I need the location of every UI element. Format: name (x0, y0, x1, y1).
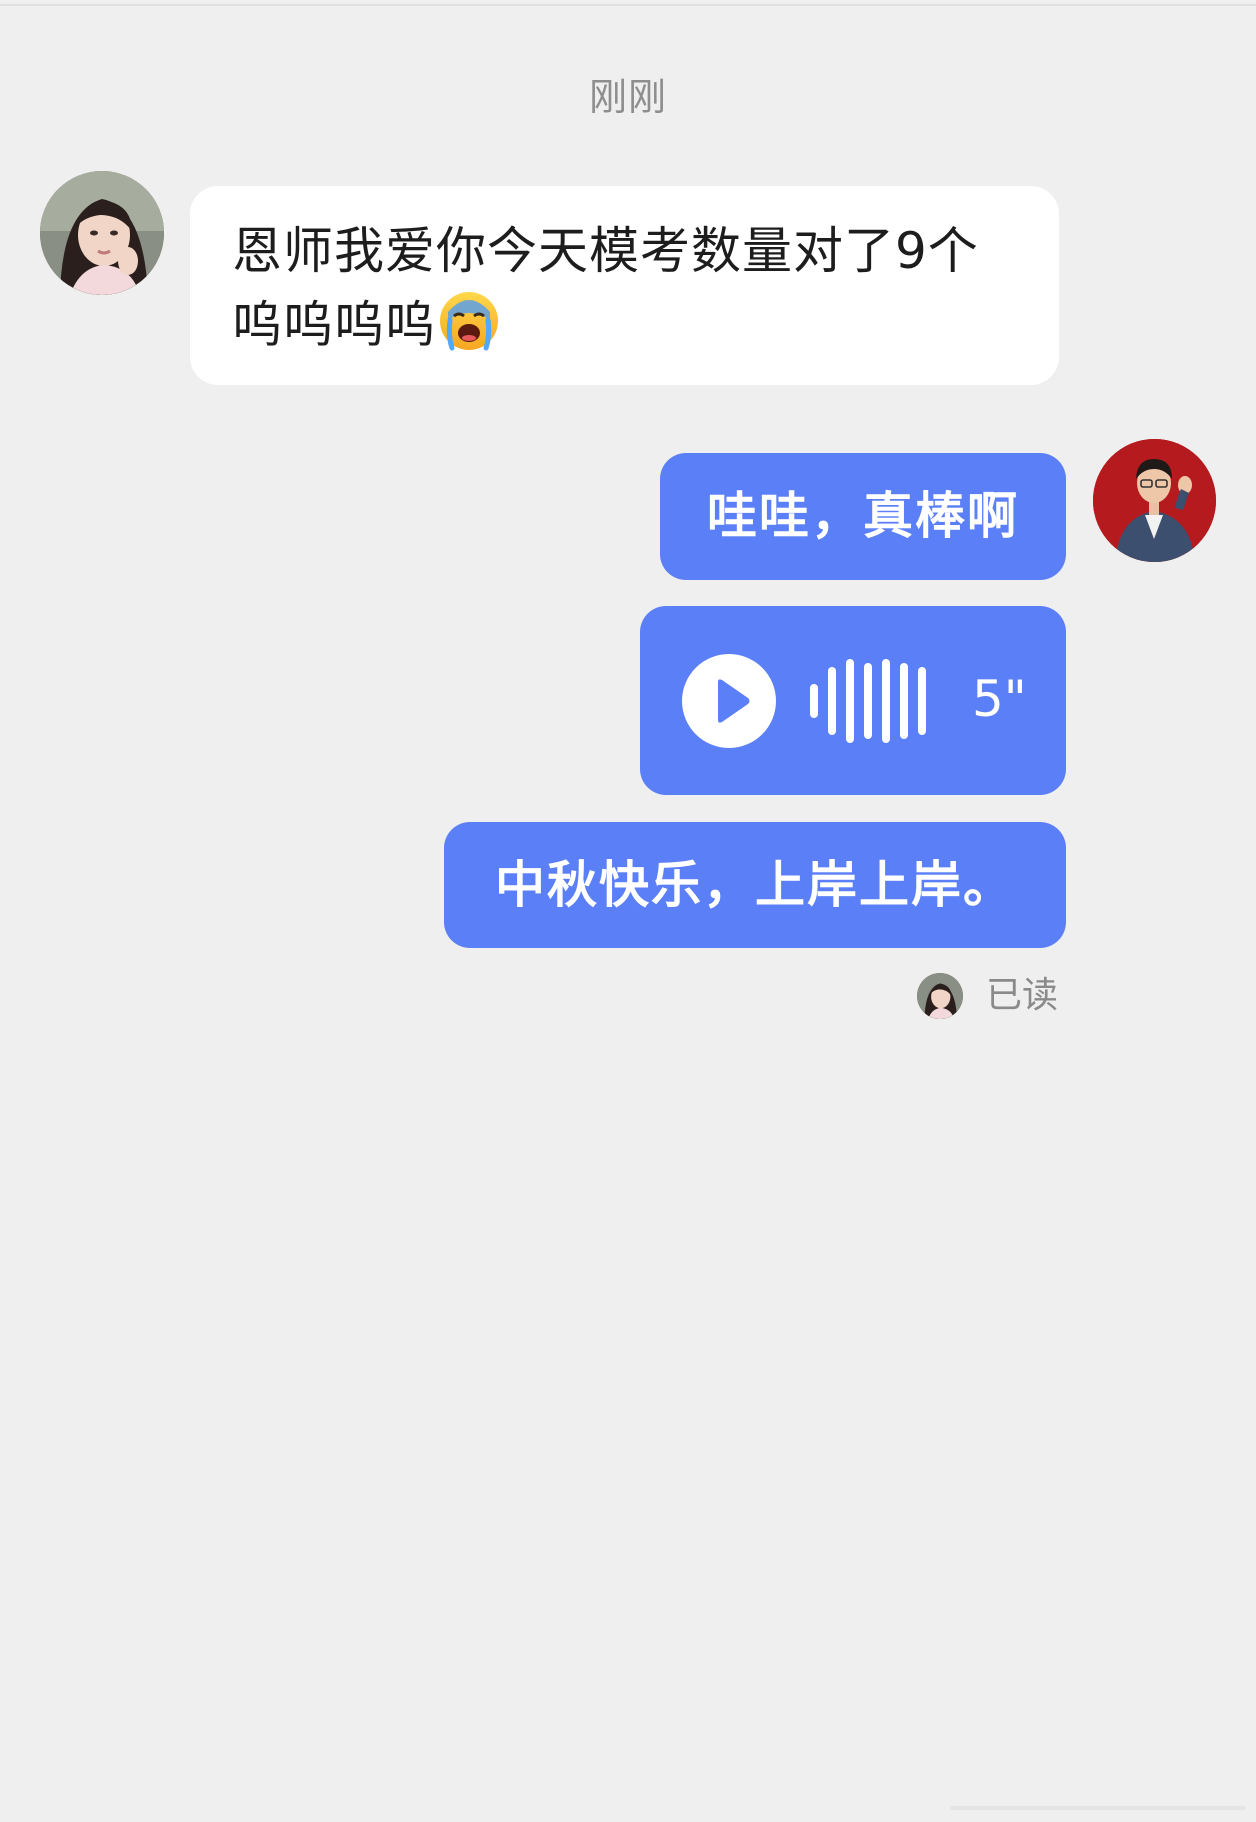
voice-duration: 5" (972, 670, 1027, 728)
read-status: 已读 (986, 975, 1059, 1016)
incoming-message-bubble[interactable]: 恩师我爱你今天模考数量对了9个呜呜呜呜 (190, 186, 1059, 385)
voice-waveform-icon (810, 659, 950, 743)
sender-avatar[interactable] (40, 171, 164, 295)
message-timestamp: 刚刚 (588, 75, 667, 119)
user-avatar[interactable] (1093, 439, 1216, 562)
outgoing-message-text: 哇哇，真棒啊 (707, 487, 1019, 545)
outgoing-message-bubble[interactable]: 哇哇，真棒啊 (660, 453, 1066, 580)
play-icon (718, 679, 750, 723)
watermark-decoration (950, 1800, 1246, 1814)
incoming-message-text: 恩师我爱你今天模考数量对了9个呜呜呜呜 (232, 222, 979, 354)
top-divider (0, 4, 1256, 6)
voice-message-bubble[interactable]: 5" (640, 606, 1066, 795)
outgoing-message-bubble[interactable]: 中秋快乐，上岸上岸。 (444, 822, 1066, 948)
crying-emoji-icon (438, 290, 500, 352)
outgoing-message-text: 中秋快乐，上岸上岸。 (495, 856, 1015, 914)
play-button[interactable] (682, 654, 776, 748)
read-receipt-avatar (917, 973, 963, 1019)
